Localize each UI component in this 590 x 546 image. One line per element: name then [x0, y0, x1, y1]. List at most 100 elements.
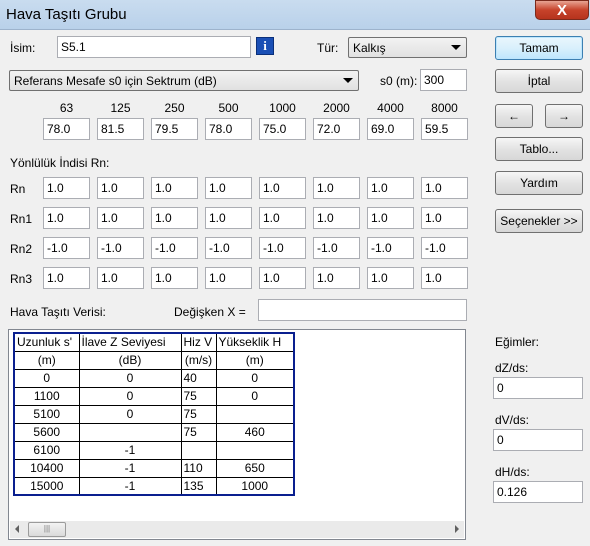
table-row[interactable]: 1100 0 75 0	[13, 386, 295, 406]
table-cell[interactable]: -1	[78, 476, 182, 496]
table-cell[interactable]	[215, 440, 295, 460]
type-select[interactable]: Kalkış	[348, 37, 467, 58]
horizontal-scrollbar[interactable]: |||	[10, 521, 464, 538]
table-cell[interactable]: 0	[13, 368, 80, 388]
table-row[interactable]: 5600 75 460	[13, 422, 295, 442]
directivity-value-input[interactable]: 1.0	[205, 267, 252, 289]
directivity-value-input[interactable]: -1.0	[421, 237, 468, 259]
table-row[interactable]: 15000 -1 135 1000	[13, 476, 295, 496]
variable-x-input[interactable]	[258, 299, 467, 321]
spectrum-select[interactable]: Referans Mesafe s0 için Sektrum (dB)	[9, 70, 359, 91]
table-header-cell[interactable]: Yükseklik H	[215, 332, 295, 352]
table-cell[interactable]: 5600	[13, 422, 80, 442]
directivity-value-input[interactable]: -1.0	[151, 237, 198, 259]
table-cell[interactable]: 0	[78, 386, 182, 406]
directivity-value-input[interactable]: 1.0	[421, 177, 468, 199]
ok-button[interactable]: Tamam	[495, 36, 583, 60]
table-cell[interactable]: 10400	[13, 458, 80, 478]
directivity-value-input[interactable]: -1.0	[205, 237, 252, 259]
table-header-cell[interactable]: İlave Z Seviyesi	[78, 332, 182, 352]
directivity-value-input[interactable]: -1.0	[43, 237, 90, 259]
next-button[interactable]: →	[545, 104, 583, 128]
directivity-value-input[interactable]: -1.0	[97, 237, 144, 259]
table-header-cell[interactable]: Hiz V	[180, 332, 217, 352]
directivity-value-input[interactable]: 1.0	[367, 177, 414, 199]
directivity-value-input[interactable]: 1.0	[151, 207, 198, 229]
spectrum-value-input[interactable]: 69.0	[367, 118, 414, 140]
directivity-value-input[interactable]: 1.0	[259, 267, 306, 289]
directivity-value-input[interactable]: -1.0	[367, 237, 414, 259]
directivity-value-input[interactable]: 1.0	[313, 207, 360, 229]
table-header-cell[interactable]: Uzunluk s'	[13, 332, 80, 352]
table-cell[interactable]: 6100	[13, 440, 80, 460]
directivity-value-input[interactable]: 1.0	[43, 177, 90, 199]
table-cell[interactable]: 1100	[13, 386, 80, 406]
table-cell[interactable]	[215, 404, 295, 424]
directivity-value-input[interactable]: 1.0	[151, 267, 198, 289]
table-cell[interactable]: -1	[78, 440, 182, 460]
table-cell[interactable]	[78, 422, 182, 442]
table-cell[interactable]: 0	[78, 404, 182, 424]
table-cell[interactable]: 1000	[215, 476, 295, 496]
table-cell[interactable]: 40	[180, 368, 217, 388]
spectrum-value-input[interactable]: 59.5	[421, 118, 468, 140]
directivity-value-input[interactable]: 1.0	[421, 267, 468, 289]
spectrum-value-input[interactable]: 78.0	[43, 118, 90, 140]
table-row[interactable]: 0 0 40 0	[13, 368, 295, 388]
table-cell[interactable]: 5100	[13, 404, 80, 424]
spectrum-value-input[interactable]: 72.0	[313, 118, 360, 140]
table-button[interactable]: Tablo...	[495, 137, 583, 161]
spectrum-value-input[interactable]: 81.5	[97, 118, 144, 140]
table-cell[interactable]: 0	[215, 368, 295, 388]
table-cell[interactable]: 75	[180, 422, 217, 442]
directivity-value-input[interactable]: -1.0	[259, 237, 306, 259]
directivity-value-input[interactable]: 1.0	[97, 267, 144, 289]
directivity-value-input[interactable]: 1.0	[97, 177, 144, 199]
table-cell[interactable]: 460	[215, 422, 295, 442]
directivity-value-input[interactable]: 1.0	[367, 267, 414, 289]
table-row[interactable]: 5100 0 75	[13, 404, 295, 424]
info-icon[interactable]: i	[256, 37, 274, 55]
directivity-value-input[interactable]: 1.0	[259, 207, 306, 229]
directivity-value-input[interactable]: 1.0	[421, 207, 468, 229]
directivity-value-input[interactable]: 1.0	[43, 267, 90, 289]
table-row[interactable]: 6100 -1	[13, 440, 295, 460]
scroll-left-icon[interactable]	[15, 525, 19, 533]
help-button[interactable]: Yardım	[495, 171, 583, 195]
directivity-value-input[interactable]: 1.0	[313, 177, 360, 199]
directivity-value-input[interactable]: 1.0	[313, 267, 360, 289]
dz-ds-input[interactable]: 0	[493, 377, 583, 399]
table-cell[interactable]: 0	[78, 368, 182, 388]
table-row[interactable]: 10400 -1 110 650	[13, 458, 295, 478]
s0-input[interactable]: 300	[420, 69, 467, 91]
table-cell[interactable]	[180, 440, 217, 460]
table-cell[interactable]: 75	[180, 386, 217, 406]
spectrum-value-input[interactable]: 78.0	[205, 118, 252, 140]
dv-ds-input[interactable]: 0	[493, 429, 583, 451]
spectrum-value-input[interactable]: 79.5	[151, 118, 198, 140]
name-input[interactable]: S5.1	[57, 36, 251, 58]
directivity-value-input[interactable]: 1.0	[367, 207, 414, 229]
table-cell[interactable]: 15000	[13, 476, 80, 496]
directivity-value-input[interactable]: -1.0	[313, 237, 360, 259]
previous-button[interactable]: ←	[495, 104, 533, 128]
scroll-right-icon[interactable]	[455, 525, 459, 533]
spectrum-value-input[interactable]: 75.0	[259, 118, 306, 140]
scroll-thumb[interactable]: |||	[28, 522, 66, 537]
table-cell[interactable]: 75	[180, 404, 217, 424]
table-cell[interactable]: -1	[78, 458, 182, 478]
cancel-button[interactable]: İptal	[495, 69, 583, 93]
directivity-value-input[interactable]: 1.0	[151, 177, 198, 199]
table-cell[interactable]: 135	[180, 476, 217, 496]
directivity-value-input[interactable]: 1.0	[205, 207, 252, 229]
directivity-value-input[interactable]: 1.0	[205, 177, 252, 199]
close-button[interactable]: X	[535, 0, 589, 20]
options-button[interactable]: Seçenekler >>	[495, 209, 583, 233]
dh-ds-input[interactable]: 0.126	[493, 481, 583, 503]
table-cell[interactable]: 650	[215, 458, 295, 478]
directivity-value-input[interactable]: 1.0	[97, 207, 144, 229]
directivity-value-input[interactable]: 1.0	[259, 177, 306, 199]
directivity-value-input[interactable]: 1.0	[43, 207, 90, 229]
table-cell[interactable]: 0	[215, 386, 295, 406]
table-cell[interactable]: 110	[180, 458, 217, 478]
